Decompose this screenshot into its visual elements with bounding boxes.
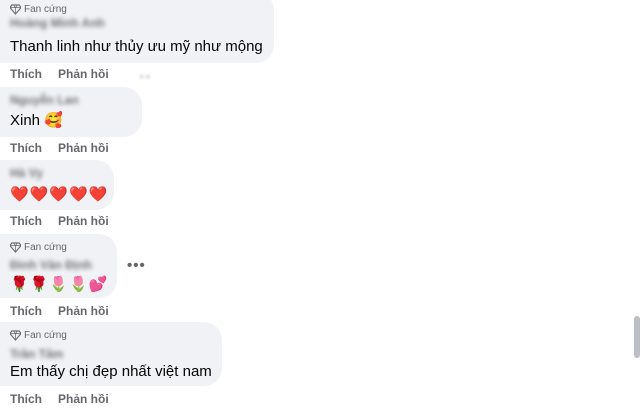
fan-badge-label: Fan cứng: [24, 4, 67, 15]
fan-badge: Fan cứng: [10, 242, 67, 253]
comment-bubble: Fan cứng Hoàng Minh Anh Thanh linh như t…: [0, 0, 274, 63]
reply-button[interactable]: Phản hồi: [58, 67, 109, 81]
like-button[interactable]: Thích: [10, 304, 42, 318]
scrollbar-thumb[interactable]: [634, 316, 640, 358]
diamond-icon: [10, 4, 21, 15]
commenter-name[interactable]: Hoàng Minh Anh: [10, 16, 105, 30]
reply-button[interactable]: Phản hồi: [58, 392, 109, 406]
commenter-name[interactable]: Nguyễn Lan: [10, 93, 79, 107]
commenter-name[interactable]: Hà Vy: [10, 166, 43, 180]
comment-meta: • •: [140, 72, 150, 83]
like-button[interactable]: Thích: [10, 214, 42, 228]
fan-badge-label: Fan cứng: [24, 330, 67, 341]
comment-text: Xinh 🥰: [10, 112, 63, 129]
comment-bubble: Fan cứng Trần Tâm Em thấy chị đẹp nhất v…: [0, 322, 222, 386]
commenter-name[interactable]: Đinh Văn Định: [10, 258, 92, 272]
fan-badge-label: Fan cứng: [24, 242, 67, 253]
reply-button[interactable]: Phản hồi: [58, 214, 109, 228]
comment-actions: Thích Phản hồi: [10, 67, 109, 81]
comment-bubble: Hà Vy ❤️❤️❤️❤️❤️: [0, 160, 114, 210]
comment-text: Em thấy chị đẹp nhất việt nam: [10, 363, 212, 380]
comment-text: Thanh linh như thủy ưu mỹ như mộng: [10, 38, 263, 55]
comment-bubble: Nguyễn Lan Xinh 🥰: [0, 87, 142, 137]
comment-actions: Thích Phản hồi: [10, 392, 109, 406]
comment-actions: Thích Phản hồi: [10, 304, 109, 318]
like-button[interactable]: Thích: [10, 67, 42, 81]
reply-button[interactable]: Phản hồi: [58, 141, 109, 155]
diamond-icon: [10, 330, 21, 341]
more-options-icon[interactable]: •••: [127, 257, 146, 274]
comment-actions: Thích Phản hồi: [10, 214, 109, 228]
diamond-icon: [10, 242, 21, 253]
comment-text: 🌹🌹🌷🌷💕: [10, 275, 109, 293]
comment-actions: Thích Phản hồi: [10, 141, 109, 155]
fan-badge: Fan cứng: [10, 330, 67, 341]
fan-badge: Fan cứng: [10, 4, 67, 15]
like-button[interactable]: Thích: [10, 141, 42, 155]
commenter-name[interactable]: Trần Tâm: [10, 347, 63, 361]
reply-button[interactable]: Phản hồi: [58, 304, 109, 318]
comment-bubble: Fan cứng Đinh Văn Định 🌹🌹🌷🌷💕: [0, 234, 117, 298]
like-button[interactable]: Thích: [10, 392, 42, 406]
comment-text: ❤️❤️❤️❤️❤️: [10, 185, 109, 203]
